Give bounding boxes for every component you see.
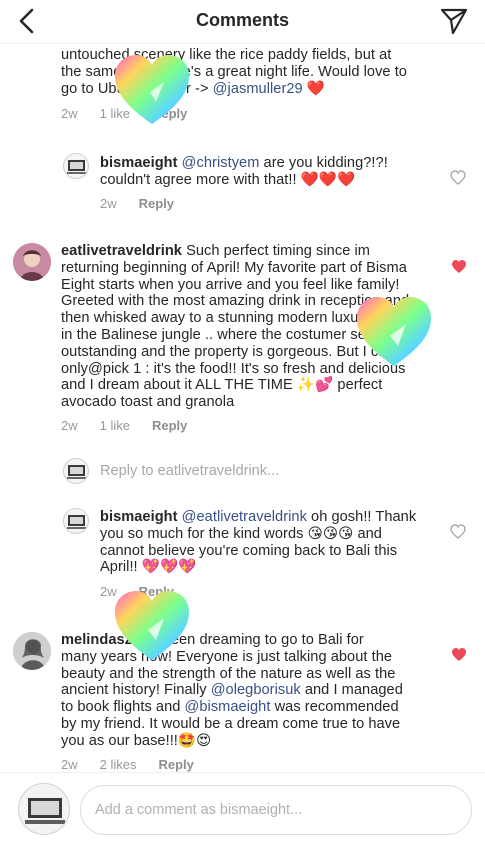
comment-meta: 2w 2 likes Reply (61, 757, 216, 772)
comment-body: bismaeight @christyem are you kidding?!?… (100, 155, 450, 189)
reply-input-prompt[interactable]: Reply to eatlivetraveldrink... (100, 463, 279, 479)
comment-line: and I dream about it ALL THE TIME ✨💕 per… (61, 377, 383, 394)
avatar (63, 458, 89, 484)
comment-line: cannot believe you're coming back to Bal… (100, 542, 398, 559)
rainbow-heart-icon (357, 297, 431, 366)
header-bar: Comments (0, 0, 485, 44)
username-link[interactable]: bismaeight (100, 155, 178, 171)
avatar[interactable] (13, 632, 51, 670)
comment-time: 2w (61, 418, 78, 433)
avatar[interactable] (63, 153, 89, 179)
liked-heart-icon[interactable] (451, 647, 467, 662)
comment-line: you so much for the kind words 😘😘😘 and (100, 525, 382, 542)
rainbow-heart-icon (115, 591, 189, 660)
comment-line: beauty and the strength of the nature as… (61, 665, 396, 682)
comment-line: ancient history! Finally @olegborisuk an… (61, 682, 403, 699)
mention-link[interactable]: @eatlivetraveldrink (182, 509, 307, 525)
comment-item: bismaeight @eatlivetraveldrink oh gosh!!… (100, 509, 445, 576)
like-count[interactable]: 1 like (100, 418, 130, 433)
comment-line: eatlivetraveldrink Such perfect timing s… (61, 243, 370, 259)
reply-button[interactable]: Reply (139, 196, 174, 211)
username-link[interactable]: eatlivetraveldrink (61, 243, 182, 259)
avatar (18, 783, 70, 835)
avatar[interactable] (13, 243, 51, 281)
comment-line: Eight starts when you arrive and you fee… (61, 276, 400, 293)
comment-line: bismaeight @eatlivetraveldrink oh gosh!!… (100, 509, 417, 525)
like-heart-icon[interactable] (450, 524, 466, 539)
comment-body: bismaeight @eatlivetraveldrink oh gosh!!… (100, 509, 445, 576)
comment-line: to book flights and @bismaeight was reco… (61, 699, 399, 716)
comment-line: April!! 💖💖💖 (100, 559, 197, 576)
mention-link[interactable]: @bismaeight (185, 699, 271, 715)
like-heart-icon[interactable] (450, 170, 466, 185)
comment-item: bismaeight @christyem are you kidding?!?… (100, 155, 450, 189)
mention-link[interactable]: @jasmuller29 (213, 81, 303, 97)
like-count[interactable]: 2 likes (100, 757, 137, 772)
reply-button[interactable]: Reply (158, 757, 193, 772)
mention-link[interactable]: @christyem (182, 155, 260, 171)
avatar[interactable] (63, 508, 89, 534)
comment-meta: 2w 1 like Reply (61, 418, 209, 433)
comment-line: couldn't agree more with that!! ❤️❤️❤️ (100, 171, 356, 188)
liked-heart-icon[interactable] (451, 259, 467, 274)
comment-line: avocado toast and granola (61, 394, 235, 411)
comment-meta: 2w Reply (100, 196, 196, 211)
comment-time: 2w (100, 196, 117, 211)
comment-line: bismaeight @christyem are you kidding?!?… (100, 155, 388, 171)
mention-link[interactable]: @olegborisuk (211, 682, 301, 698)
comment-time: 2w (61, 106, 78, 121)
rainbow-heart-icon (115, 55, 189, 124)
comment-composer: Add a comment as bismaeight... (0, 772, 485, 842)
page-title: Comments (195, 10, 289, 30)
comment-line: returning beginning of April! My favorit… (61, 259, 407, 276)
comment-line: you as our base!!!🤩😍 (61, 732, 212, 749)
comment-line: by my friend. It would be a dream come t… (61, 715, 401, 732)
comment-input[interactable]: Add a comment as bismaeight... (80, 785, 472, 835)
comment-time: 2w (61, 757, 78, 772)
reply-button[interactable]: Reply (152, 418, 187, 433)
username-link[interactable]: bismaeight (100, 509, 178, 525)
direct-send-icon[interactable] (439, 6, 469, 36)
